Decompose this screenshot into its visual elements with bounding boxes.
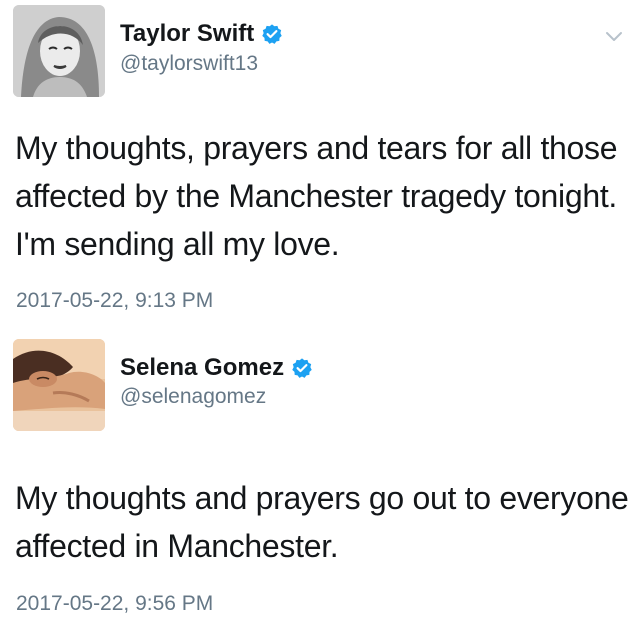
tweet-timestamp[interactable]: 2017-05-22, 9:56 PM xyxy=(16,591,213,617)
tweet-timestamp[interactable]: 2017-05-22, 9:13 PM xyxy=(16,288,213,314)
tweet-text: My thoughts and prayers go out to everyo… xyxy=(15,480,629,564)
avatar-image xyxy=(13,5,105,97)
verified-badge-icon xyxy=(291,357,313,379)
tweet-text: My thoughts, prayers and tears for all t… xyxy=(15,130,618,262)
tweet-card: Taylor Swift @taylorswift13 My thoughts,… xyxy=(0,0,640,330)
avatar[interactable] xyxy=(13,5,105,97)
avatar-image xyxy=(13,339,105,431)
display-name[interactable]: Taylor Swift xyxy=(120,20,254,48)
user-handle[interactable]: @taylorswift13 xyxy=(120,51,258,77)
verified-badge-icon xyxy=(261,23,283,45)
chevron-down-icon[interactable] xyxy=(602,24,626,48)
tweet-card: Selena Gomez @selenagomez My thoughts an… xyxy=(0,336,640,629)
user-handle[interactable]: @selenagomez xyxy=(120,384,266,410)
display-name[interactable]: Selena Gomez xyxy=(120,354,284,382)
author-name-row[interactable]: Taylor Swift xyxy=(120,20,283,48)
author-name-row[interactable]: Selena Gomez xyxy=(120,354,313,382)
avatar[interactable] xyxy=(13,339,105,431)
